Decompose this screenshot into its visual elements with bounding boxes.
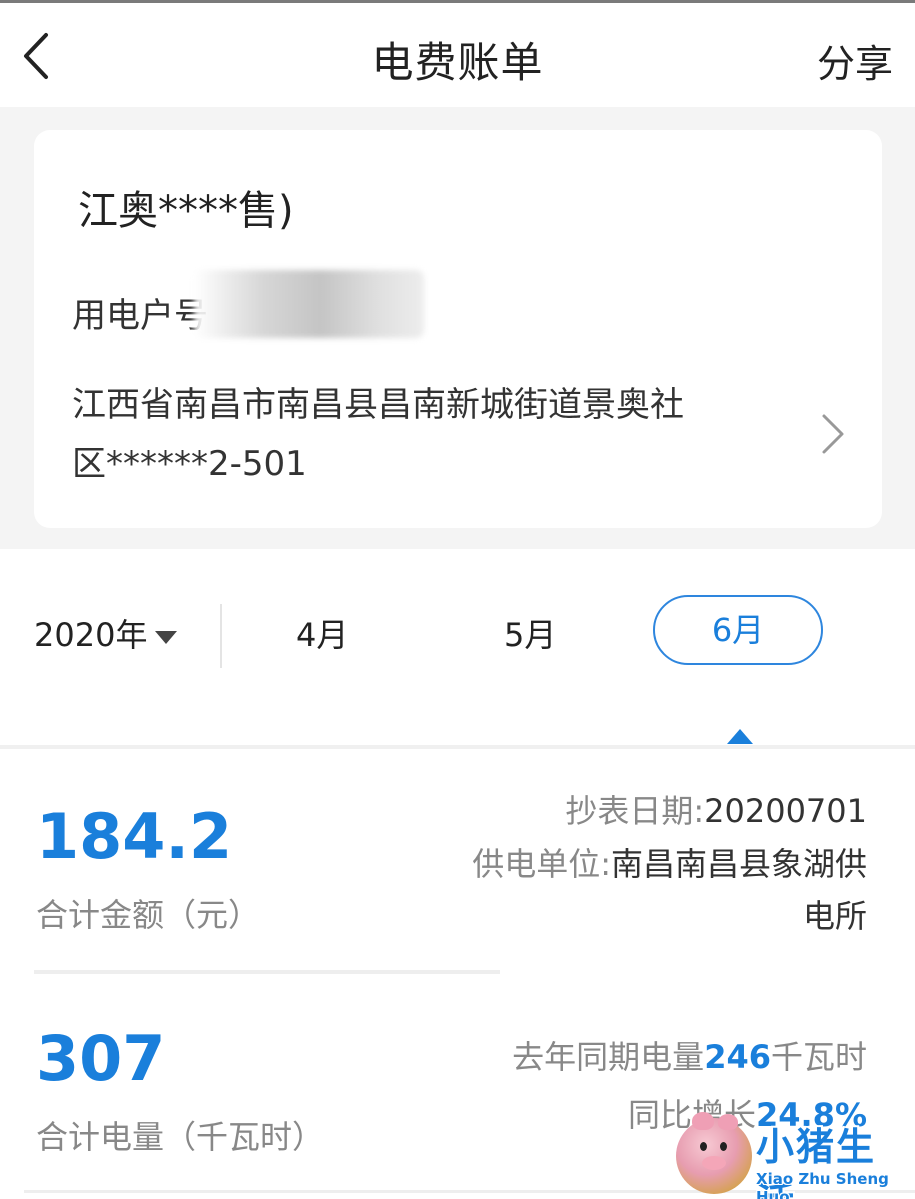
account-card[interactable]: 江奥****售) 用电户号 江西省南昌市南昌县昌南新城街道景奥社区******2… [34, 130, 882, 528]
amount-divider [34, 970, 500, 974]
supplier-value: 南昌南昌县象湖供电所 [610, 845, 867, 935]
month-tab-june-selected[interactable]: 6月 [653, 595, 823, 665]
watermark-logo: 小猪生活 Xiao Zhu Sheng Huo [676, 1112, 915, 1199]
year-dropdown[interactable]: 2020年 [34, 610, 178, 656]
account-number-label: 用电户号 [72, 296, 208, 336]
pig-mascot-icon [676, 1112, 752, 1194]
supply-unit: 供电单位:南昌南昌县象湖供电所 [467, 838, 867, 942]
chevron-right-icon[interactable] [818, 412, 848, 456]
selected-caret-icon [727, 729, 753, 744]
company-name: 江奥****售) [78, 188, 294, 234]
top-nav-bar: 电费账单 分享 [0, 3, 915, 107]
dropdown-triangle-icon [155, 630, 178, 644]
share-button[interactable]: 分享 [817, 33, 893, 88]
last-year-value: 246 [704, 1038, 771, 1076]
read-date-value: 20200701 [704, 792, 867, 830]
total-amount-value: 184.2 [36, 800, 233, 873]
section-divider [0, 745, 915, 749]
last-year-label: 去年同期电量 [512, 1038, 705, 1076]
meter-read-date: 抄表日期:20200701 [565, 786, 867, 832]
month-tab-may[interactable]: 5月 [504, 610, 556, 656]
vertical-divider [220, 604, 222, 668]
supplier-label: 供电单位: [472, 845, 611, 883]
last-year-usage: 去年同期电量246千瓦时 [512, 1032, 867, 1078]
period-selector: 2020年 4月 5月 6月 [0, 580, 915, 680]
total-energy-value: 307 [36, 1022, 166, 1095]
total-amount-label: 合计金额（元） [36, 896, 261, 934]
month-tab-april[interactable]: 4月 [296, 610, 348, 656]
watermark-subtitle: Xiao Zhu Sheng Huo [756, 1170, 889, 1199]
year-label: 2020年 [34, 616, 148, 654]
last-year-unit: 千瓦时 [770, 1038, 867, 1076]
read-date-label: 抄表日期: [565, 792, 705, 830]
page-title: 电费账单 [371, 38, 544, 87]
total-energy-label: 合计电量（千瓦时） [36, 1118, 325, 1156]
service-address: 江西省南昌市南昌县昌南新城街道景奥社区******2-501 [72, 385, 684, 484]
account-number-blurred [194, 270, 424, 338]
